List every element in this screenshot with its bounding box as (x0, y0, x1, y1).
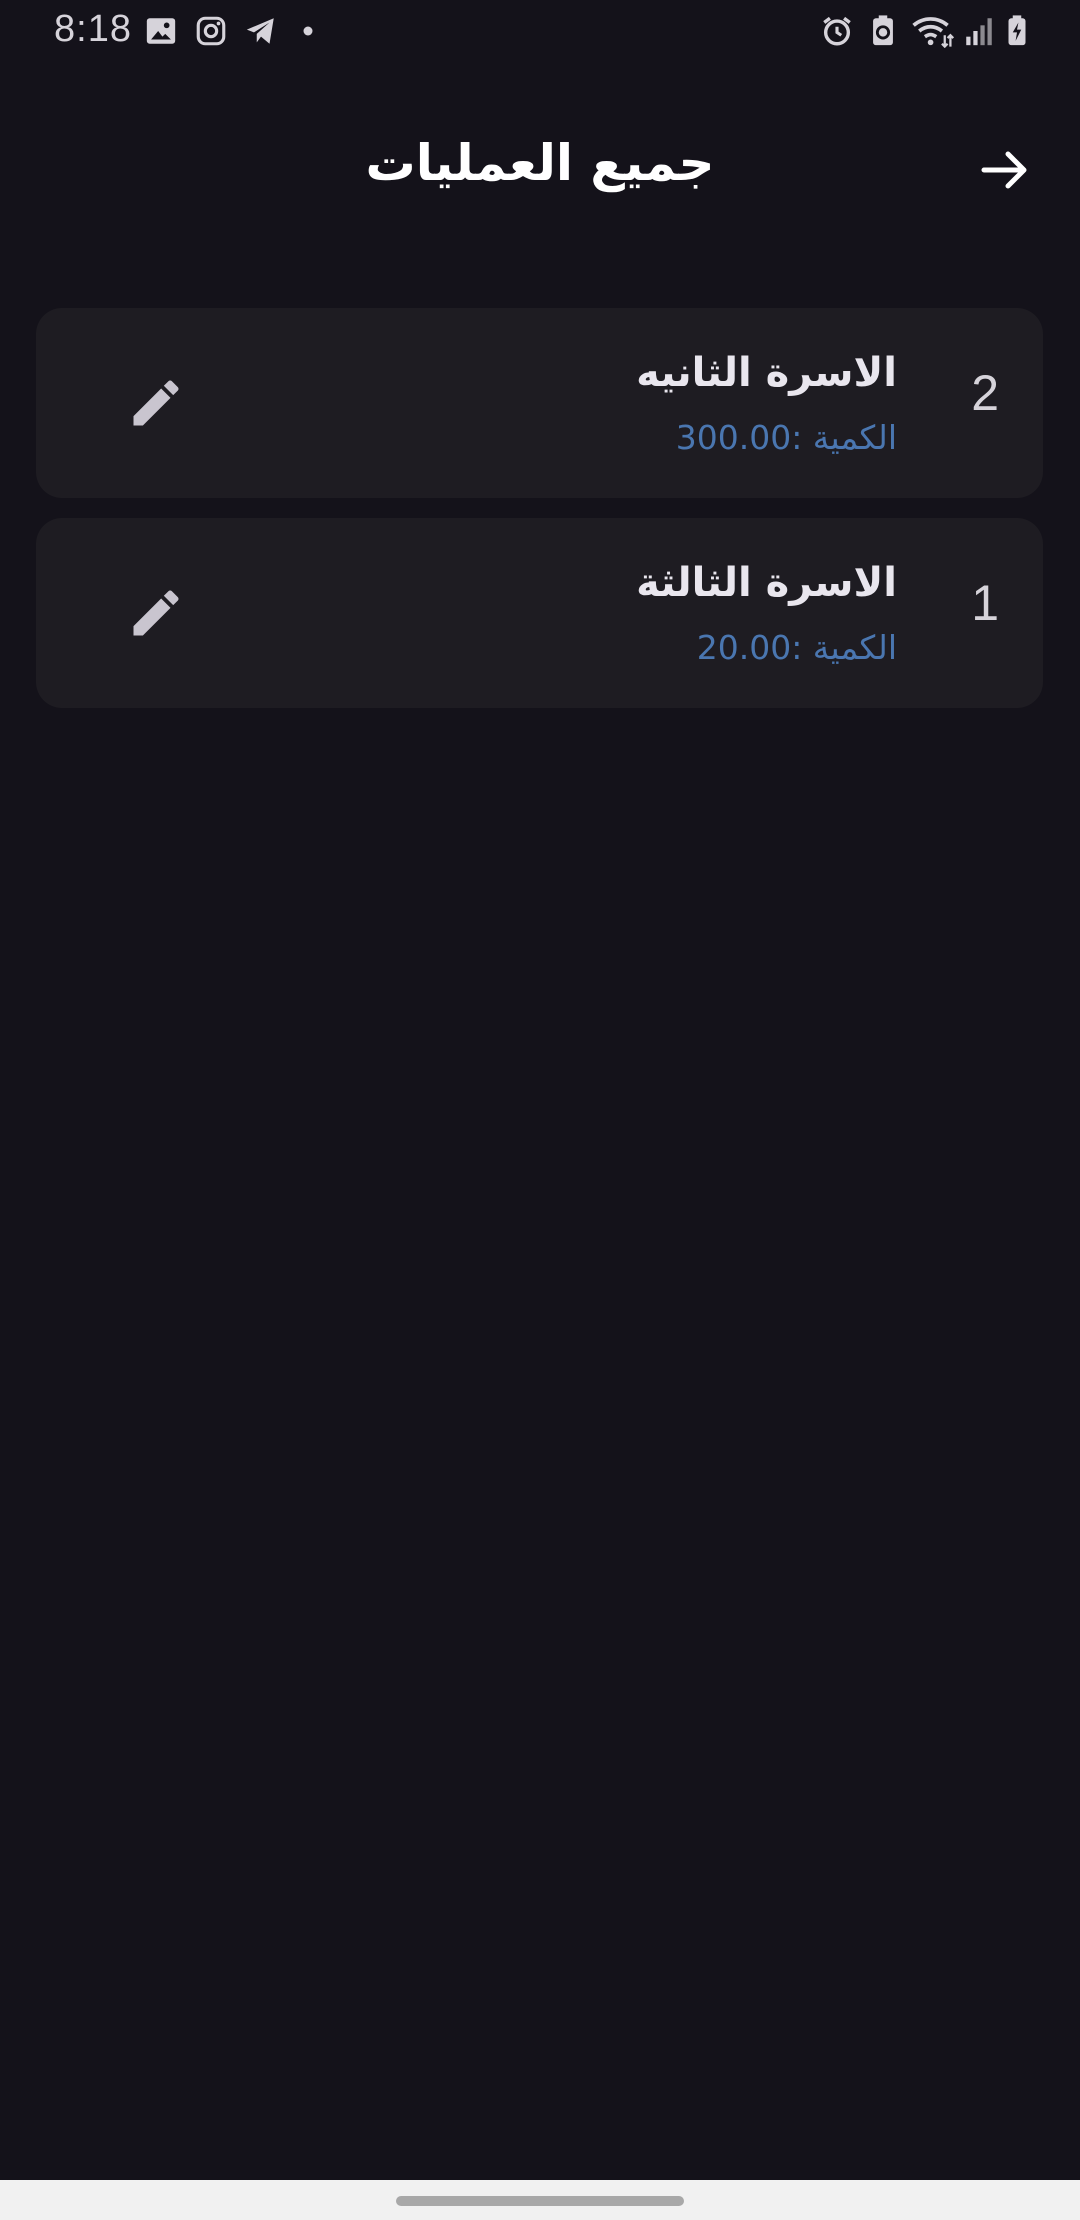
list-item[interactable]: 2 الاسرة الثانيه الكمية :300.00 (36, 308, 1043, 498)
pencil-icon (133, 380, 179, 426)
operations-list: 2 الاسرة الثانيه الكمية :300.00 1 الاسرة… (36, 308, 1043, 728)
page-title: جميع العمليات (365, 134, 715, 192)
back-button[interactable] (970, 140, 1040, 200)
item-number: 1 (971, 575, 999, 631)
arrow-right-icon (981, 151, 1027, 189)
telegram-icon (244, 14, 278, 48)
app-bar: جميع العمليات (0, 110, 1080, 230)
status-time: 8:18 (54, 8, 132, 50)
battery-charging-icon (1000, 14, 1034, 48)
navigation-bar (0, 2180, 1080, 2220)
item-title: الاسرة الثالثة (636, 560, 897, 606)
wifi-icon (910, 14, 954, 48)
gesture-handle[interactable] (396, 2196, 684, 2206)
dot-icon (300, 14, 316, 48)
battery-saver-icon (866, 14, 900, 48)
item-quantity: الكمية :20.00 (696, 628, 897, 667)
status-bar: 8:18 (0, 0, 1080, 64)
signal-icon (962, 14, 996, 48)
item-number: 2 (971, 365, 999, 421)
edit-button[interactable] (126, 373, 186, 433)
item-quantity: الكمية :300.00 (675, 418, 897, 457)
edit-button[interactable] (126, 583, 186, 643)
list-item[interactable]: 1 الاسرة الثالثة الكمية :20.00 (36, 518, 1043, 708)
alarm-icon (820, 14, 854, 48)
gallery-icon (144, 14, 178, 48)
item-title: الاسرة الثانيه (636, 350, 897, 396)
pencil-icon (133, 590, 179, 636)
instagram-icon (194, 14, 228, 48)
